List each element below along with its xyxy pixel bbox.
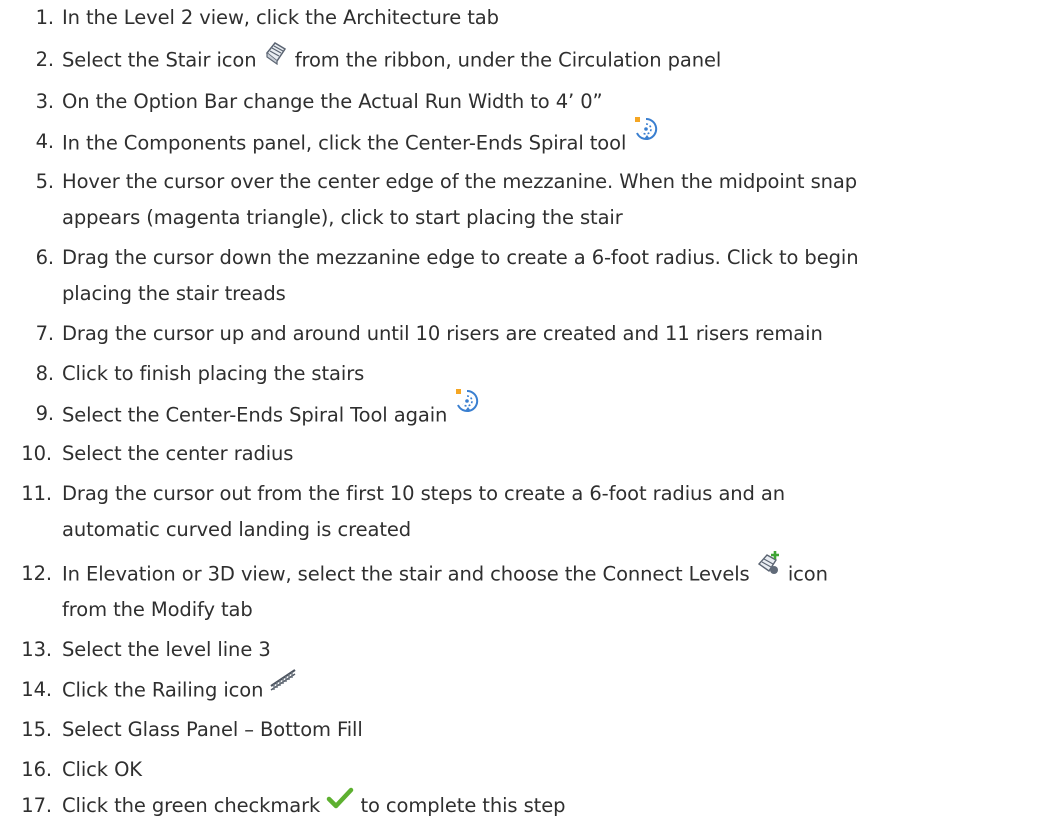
step-number: 3. (35, 90, 55, 113)
step-number: 16. (21, 758, 52, 781)
instruction-list: 1. In the Level 2 view, click the Archit… (0, 0, 1052, 823)
step-text-line: Hover the cursor over the center edge of… (62, 170, 858, 193)
step-text-line: appears (magenta triangle), click to sta… (62, 206, 623, 229)
step-text-part: Click the Railing icon (62, 678, 264, 702)
step-number: 17. (21, 794, 52, 817)
step-text-part: to complete this step (360, 794, 566, 817)
step-number: 11. (21, 482, 52, 505)
step-text-line: In Elevation or 3D view, select the stai… (62, 551, 828, 592)
step-number: 5. (35, 170, 55, 193)
step-text-part: Click the green checkmark (62, 794, 321, 817)
stair-icon (263, 39, 289, 77)
step-number: 13. (21, 638, 52, 661)
step-text-part: In the Components panel, click the Cente… (62, 131, 627, 155)
step-text: Click the Railing icon (62, 669, 297, 710)
step-text-part: from the ribbon, under the Circulation p… (294, 48, 722, 72)
step-number: 9. (35, 402, 55, 425)
step-number: 14. (21, 678, 52, 701)
step-text: Drag the cursor out from the first 10 st… (62, 476, 785, 548)
green-checkmark-icon (326, 786, 354, 822)
step-text: In Elevation or 3D view, select the stai… (62, 551, 828, 628)
step-text: Select the level line 3 (62, 638, 271, 661)
step-text-line: automatic curved landing is created (62, 518, 412, 541)
step-number: 15. (21, 718, 52, 741)
step-text: Click the green checkmark to complete th… (62, 786, 566, 825)
step-text: Drag the cursor down the mezzanine edge … (62, 240, 859, 312)
step-text: Hover the cursor over the center edge of… (62, 164, 857, 236)
step-text-part: Select the Stair icon (62, 48, 257, 72)
step-text-part: In Elevation or 3D view, select the stai… (62, 562, 750, 586)
connect-levels-icon (756, 550, 782, 588)
step-text: Click OK (62, 758, 142, 781)
step-number: 8. (35, 362, 55, 385)
step-text: In the Level 2 view, click the Architect… (62, 6, 499, 29)
step-number: 1. (35, 6, 55, 29)
step-text-line: Drag the cursor down the mezzanine edge … (62, 246, 859, 269)
step-number: 6. (35, 246, 55, 269)
step-text: Click to finish placing the stairs (62, 362, 365, 385)
step-text-line: Drag the cursor out from the first 10 st… (62, 482, 786, 505)
railing-icon (269, 666, 297, 704)
step-text-line: placing the stair treads (62, 282, 286, 305)
step-text: On the Option Bar change the Actual Run … (62, 90, 603, 113)
step-text-line: from the Modify tab (62, 598, 253, 621)
step-text: In the Components panel, click the Cente… (62, 117, 660, 164)
step-text-part: Select the Center-Ends Spiral Tool again (62, 403, 448, 427)
step-number: 4. (35, 130, 55, 153)
step-text: Select the Stair icon from the ribbon, u… (62, 42, 721, 80)
step-number: 7. (35, 322, 55, 345)
step-text: Select the center radius (62, 442, 294, 465)
step-text: Drag the cursor up and around until 10 r… (62, 322, 823, 345)
center-ends-spiral-icon (453, 387, 481, 427)
step-text: Select the Center-Ends Spiral Tool again (62, 389, 481, 436)
step-text-part: icon (787, 562, 828, 586)
step-number: 12. (21, 562, 52, 585)
step-number: 2. (35, 48, 55, 71)
step-text: Select Glass Panel – Bottom Fill (62, 718, 363, 741)
step-number: 10. (21, 442, 52, 465)
center-ends-spiral-icon (632, 115, 660, 155)
